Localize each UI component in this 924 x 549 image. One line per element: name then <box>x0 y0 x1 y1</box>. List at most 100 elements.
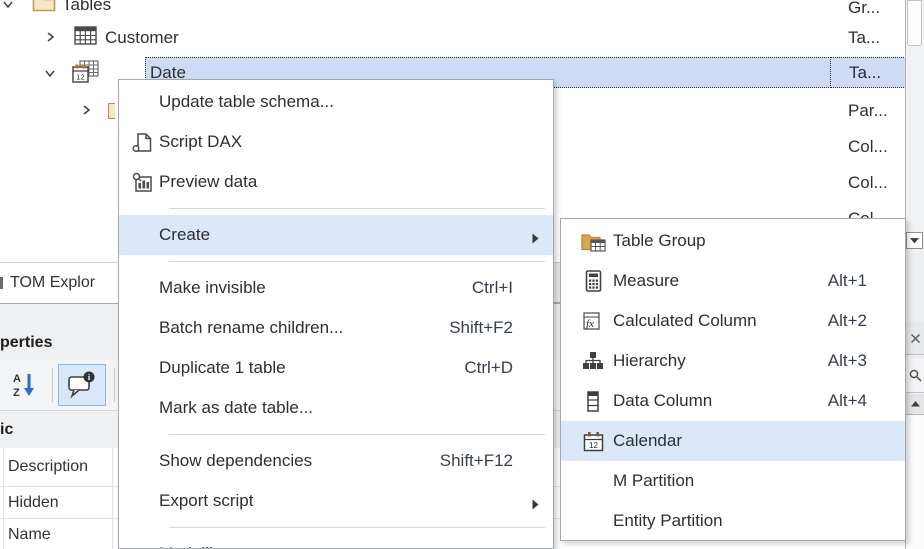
menu-item-update-table-schema[interactable]: Update table schema... <box>119 82 553 122</box>
type-label: Par... <box>848 101 888 120</box>
folder-icon <box>32 0 56 17</box>
menu-shortcut: Alt+3 <box>827 351 867 370</box>
submenu-item-measure[interactable]: Measure Alt+1 <box>561 261 905 301</box>
calendar-icon: 12 <box>567 431 613 452</box>
selected-cell-type[interactable]: Ta... <box>830 57 905 88</box>
menu-item-make-invisible[interactable]: Make invisible Ctrl+I <box>119 268 553 308</box>
tree-row-customer[interactable]: Customer <box>0 20 179 56</box>
menu-shortcut: Alt+2 <box>827 311 867 330</box>
menu-item-label: Create <box>159 225 211 244</box>
chevron-right-icon[interactable] <box>44 28 56 48</box>
hierarchy-icon <box>567 352 613 370</box>
menu-shortcut: Shift+F2 <box>449 318 513 337</box>
triangle-down-icon <box>910 237 919 243</box>
menu-shortcut: Shift+F12 <box>439 451 513 470</box>
menu-item-label: Preview data <box>159 172 258 191</box>
toolbar-separator <box>52 368 53 402</box>
menu-item-label: Make invisible <box>159 278 266 297</box>
submenu-item-data-column[interactable]: Data Column Alt+4 <box>561 381 905 421</box>
script-dax-icon <box>125 132 159 153</box>
menu-item-modelling[interactable]: Modelling <box>119 534 553 548</box>
app-screen: Tables Customer 12 Date Ta... Gr... Ta..… <box>0 0 924 549</box>
properties-scrollbar-track[interactable] <box>906 415 924 549</box>
chevron-down-icon[interactable] <box>44 64 56 84</box>
comment-info-button[interactable]: i <box>58 364 106 406</box>
type-label: Col... <box>848 137 888 156</box>
close-icon <box>910 333 920 343</box>
menu-item-script-dax[interactable]: Script DAX <box>119 122 553 162</box>
menu-item-label: Calendar <box>613 431 682 450</box>
menu-item-preview-data[interactable]: Preview data <box>119 162 553 202</box>
type-label: Col... <box>848 173 888 192</box>
properties-title: perties <box>0 334 53 351</box>
submenu-item-calendar[interactable]: 12 Calendar <box>561 421 905 461</box>
menu-shortcut: Ctrl+I <box>471 278 513 297</box>
property-name: Hidden <box>8 493 59 511</box>
category-label: ic <box>0 420 14 438</box>
scroll-up-button[interactable] <box>906 394 924 415</box>
tree-label[interactable]: Customer <box>105 28 179 48</box>
tree-row-date[interactable]: 12 <box>0 56 99 92</box>
triangle-up-icon <box>910 401 920 407</box>
submenu-item-table-group[interactable]: Table Group <box>561 221 905 261</box>
tree-scrollbar-thumb[interactable] <box>907 0 922 46</box>
chevron-right-icon[interactable] <box>80 101 92 121</box>
menu-item-export-script[interactable]: Export script <box>119 481 553 521</box>
menu-shortcut: Alt+1 <box>827 271 867 290</box>
menu-item-label: Table Group <box>613 231 706 250</box>
menu-item-label: Modelling <box>159 544 232 548</box>
menu-item-label: Entity Partition <box>613 511 723 530</box>
property-name: Description <box>8 458 89 475</box>
menu-item-label: Export script <box>159 491 254 510</box>
menu-item-label: Hierarchy <box>613 351 686 370</box>
submenu-item-m-partition[interactable]: M Partition <box>561 461 905 501</box>
svg-text:Z: Z <box>13 387 20 399</box>
measure-icon <box>567 270 613 292</box>
chevron-down-icon[interactable] <box>2 0 14 15</box>
menu-separator <box>119 521 553 534</box>
menu-shortcut: Ctrl+D <box>464 358 513 377</box>
tree-row-date-child[interactable] <box>0 93 115 129</box>
menu-item-label: Calculated Column <box>613 311 757 330</box>
menu-item-duplicate-table[interactable]: Duplicate 1 table Ctrl+D <box>119 348 553 388</box>
search-button[interactable] <box>906 358 924 393</box>
data-column-icon <box>567 390 613 412</box>
menu-item-label: Data Column <box>613 391 713 410</box>
menu-separator <box>119 202 553 215</box>
table-context-menu: Update table schema... Script DAX Previe… <box>118 79 554 549</box>
calculated-column-icon: fx <box>567 311 613 331</box>
svg-text:12: 12 <box>76 72 84 81</box>
grid-column-divider <box>112 448 113 549</box>
menu-item-label: Batch rename children... <box>159 318 344 337</box>
menu-item-batch-rename-children[interactable]: Batch rename children... Shift+F2 <box>119 308 553 348</box>
toolbar-separator <box>114 368 115 402</box>
property-name: Name <box>8 526 51 543</box>
tab-label: TOM Explor <box>10 274 96 291</box>
close-button[interactable] <box>906 322 924 355</box>
menu-separator <box>119 255 553 268</box>
grid-left-line <box>3 448 4 549</box>
submenu-item-calculated-column[interactable]: fx Calculated Column Alt+2 <box>561 301 905 341</box>
tab-icon <box>0 277 3 289</box>
search-icon <box>909 369 922 382</box>
svg-text:fx: fx <box>586 318 594 330</box>
submenu-item-hierarchy[interactable]: Hierarchy Alt+3 <box>561 341 905 381</box>
menu-item-label: Measure <box>613 271 680 290</box>
submenu-item-entity-partition[interactable]: Entity Partition <box>561 501 905 540</box>
svg-text:A: A <box>13 373 21 385</box>
menu-item-mark-as-date-table[interactable]: Mark as date table... <box>119 388 553 428</box>
folder-icon <box>108 103 115 119</box>
scroll-down-button[interactable] <box>906 232 923 249</box>
table-icon <box>74 26 97 50</box>
preview-data-icon <box>125 172 159 193</box>
menu-item-show-dependencies[interactable]: Show dependencies Shift+F12 <box>119 441 553 481</box>
menu-item-label: Duplicate 1 table <box>159 358 286 377</box>
sort-az-button[interactable]: A Z <box>5 366 45 404</box>
table-group-icon <box>567 231 613 252</box>
tree-label[interactable]: Tables <box>62 0 111 15</box>
menu-item-create[interactable]: Create <box>119 215 553 255</box>
type-label: Gr... <box>848 0 881 17</box>
menu-item-label: Show dependencies <box>159 451 313 470</box>
menu-item-label: M Partition <box>613 471 695 490</box>
sort-az-icon: A Z <box>13 373 34 399</box>
